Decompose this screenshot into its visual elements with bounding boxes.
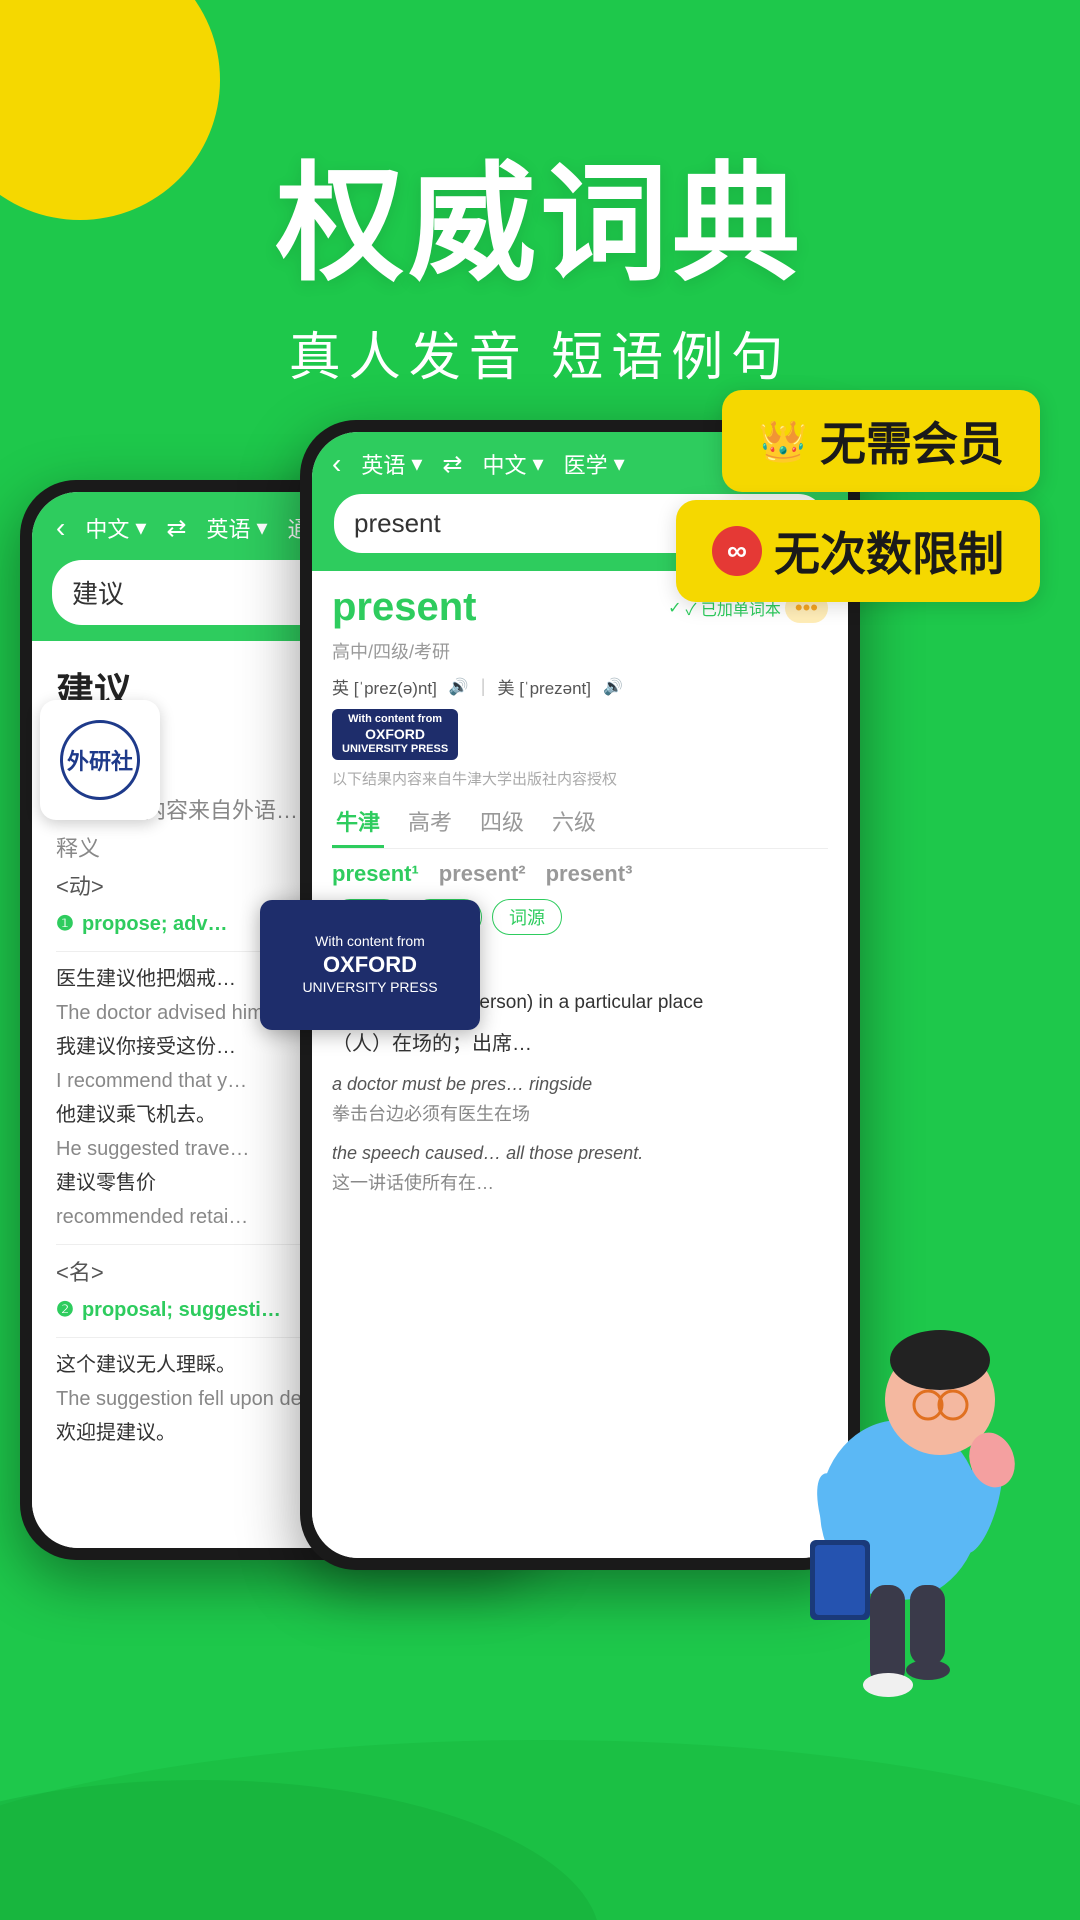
present-entry-3[interactable]: present³ [546,861,633,887]
waiguyan-badge: 外研社 [40,700,160,820]
tab-gaokao[interactable]: 高考 [404,797,456,848]
hero-subtitle: 真人发音 短语例句 [0,315,1080,390]
meaning2-text: proposal; suggesti… [82,1293,281,1327]
present-level: 高中/四级/考研 [332,638,828,664]
pron-uk: 英 [ˈprez(ə)nt] [332,674,437,699]
meaning1-num: ❶ [56,907,74,941]
no-member-label: 无需会员 [820,408,1004,474]
waiguyan-circle: 外研社 [60,720,140,800]
waiguyan-text: 外研社 [67,744,133,776]
pron-sep: | [481,676,486,697]
present-entries-row: present¹ present² present³ [332,861,828,887]
example1-en: a doctor must be pres… ringside [332,1069,828,1100]
sec-lang-from-chevron: ▾ [411,451,422,477]
sec-lang-to-label: 中文 [483,448,527,480]
def-cn: （人）在场的；出席… [332,1027,828,1061]
no-limit-badge: ∞ 无次数限制 [676,500,1040,602]
present-word-title: present [332,585,477,630]
oxford-press: UNIVERSITY PRESS [342,743,448,756]
lang-to-chevron: ▾ [257,515,268,541]
lang-to-label: 英语 [207,512,251,544]
infinity-icon: ∞ [712,526,762,576]
sec-mode-label: 医学 [564,448,608,480]
content-source-note: 以下结果内容来自牛津大学出版社内容授权 [332,768,828,789]
oxford-badge-line3: UNIVERSITY PRESS [302,978,437,998]
sec-swap-btn[interactable]: ⇄ [442,450,462,479]
example2-en: the speech caused… all those present. [332,1138,828,1169]
meaning1-text: propose; adv… [82,907,228,941]
swap-btn[interactable]: ⇄ [166,514,186,543]
example1-cn: 拳击台边必须有医生在场 [332,1099,828,1130]
sec-lang-from-btn[interactable]: 英语 ▾ [361,448,422,480]
lang-from-chevron: ▾ [135,515,146,541]
hero-title: 权威词典 [0,120,1080,305]
no-limit-label: 无次数限制 [774,518,1004,584]
pron-uk-audio-icon[interactable]: 🔊 [449,677,469,697]
meaning2-num: ❷ [56,1293,74,1327]
oxford-small-logo: With content from OXFORD UNIVERSITY PRES… [332,709,458,760]
sec-back-arrow-icon[interactable]: ‹ [332,448,341,480]
example2-cn: 这一讲话使所有在… [332,1168,828,1199]
hero-section: 权威词典 真人发音 短语例句 [0,120,1080,390]
sec-search-text: present [354,508,441,539]
present-entry-2[interactable]: present² [439,861,526,887]
oxford-name: OXFORD [365,726,425,743]
sec-lang-to-btn[interactable]: 中文 ▾ [483,448,544,480]
lang-from-label: 中文 [85,512,129,544]
tag-ciyuan[interactable]: 词源 [492,899,562,935]
oxford-with-content: With content from [348,713,442,726]
sec-mode-btn[interactable]: 医学 ▾ [564,448,625,480]
lang-from-btn[interactable]: 中文 ▾ [85,512,146,544]
pron-us: 美 [ˈprezənt] [497,674,591,699]
oxford-badge-line1: With content from [315,932,425,952]
main-search-text: 建议 [72,574,124,611]
crown-icon: 👑 [758,418,808,465]
check-icon: ✓ [668,598,681,618]
content-tabs: 牛津 高考 四级 六级 [332,797,828,849]
sec-lang-to-chevron: ▾ [533,451,544,477]
tab-cet4[interactable]: 四级 [476,797,528,848]
sec-lang-from-label: 英语 [361,448,405,480]
oxford-badge-line2: OXFORD [323,952,417,978]
present-entry-1[interactable]: present¹ [332,861,419,887]
phone-mockup-area: ‹ 中文 ▾ ⇄ 英语 ▾ 通用 ▾ [0,420,1080,1820]
tab-oxford[interactable]: 牛津 [332,797,384,848]
pronunciation-row: 英 [ˈprez(ə)nt] 🔊 | 美 [ˈprezənt] 🔊 [332,674,828,699]
lang-to-btn[interactable]: 英语 ▾ [207,512,268,544]
oxford-overlay-badge: With content from OXFORD UNIVERSITY PRES… [260,900,480,1030]
oxford-small-badge-row: With content from OXFORD UNIVERSITY PRES… [332,709,828,760]
sec-mode-chevron: ▾ [614,451,625,477]
no-member-badge: 👑 无需会员 [722,390,1040,492]
pron-us-audio-icon[interactable]: 🔊 [603,677,623,697]
back-arrow-icon[interactable]: ‹ [56,512,65,544]
tab-cet6[interactable]: 六级 [548,797,600,848]
character-illustration [740,1240,1060,1740]
bottom-wave-decoration [0,1720,1080,1920]
